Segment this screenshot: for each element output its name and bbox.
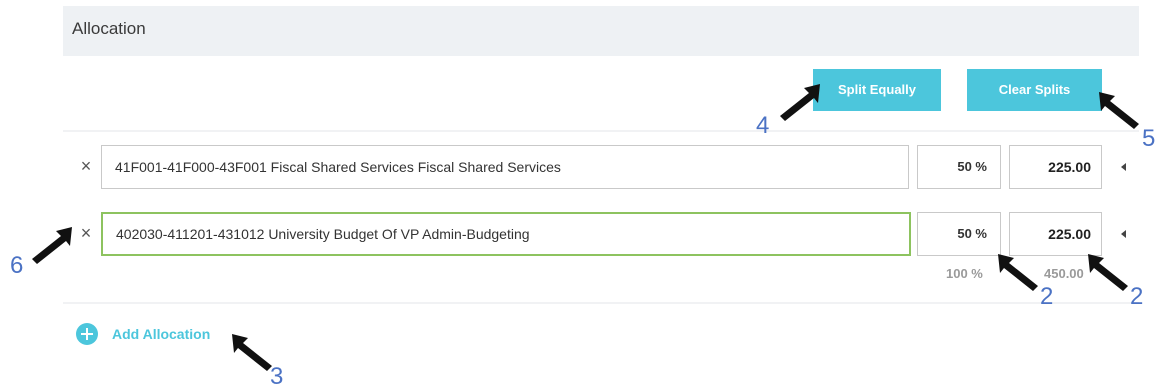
remove-allocation-close-icon[interactable]: × [78,223,94,244]
annotation-number: 2 [1040,283,1054,310]
arrow-pointer-icon [32,227,72,264]
allocation-account-field[interactable]: 41F001-41F000-43F001 Fiscal Shared Servi… [101,145,909,189]
plus-circle-icon[interactable] [76,323,98,345]
annotation-number: 4 [756,112,770,139]
split-equally-button[interactable]: Split Equally [813,69,941,111]
arrow-pointer-icon [998,254,1038,291]
arrow-pointer-icon [1099,92,1139,129]
arrow-pointer-icon [1088,254,1128,291]
allocation-amount-field[interactable]: 225.00 [1009,212,1102,256]
allocation-percent-field[interactable]: 50 % [917,145,1001,189]
section-header: Allocation [63,6,1139,56]
add-allocation-link[interactable]: Add Allocation [112,326,210,342]
total-amount: 450.00 [1044,266,1084,281]
divider [63,130,1139,132]
allocation-percent-field[interactable]: 50 % [917,212,1001,256]
total-percent: 100 % [946,266,983,281]
annotation-number: 3 [270,363,284,390]
allocation-amount-field[interactable]: 225.00 [1009,145,1102,189]
annotation-number: 5 [1142,125,1156,152]
clear-splits-button[interactable]: Clear Splits [967,69,1102,111]
caret-left-icon[interactable] [1121,230,1126,238]
section-title: Allocation [72,19,146,38]
remove-allocation-close-icon[interactable]: × [78,156,94,177]
caret-left-icon[interactable] [1121,163,1126,171]
allocation-account-field[interactable]: 402030-411201-431012 University Budget O… [101,212,911,256]
arrow-pointer-icon [780,84,820,121]
annotation-number: 2 [1130,283,1144,310]
divider [63,302,1139,304]
annotation-number: 6 [10,252,24,279]
